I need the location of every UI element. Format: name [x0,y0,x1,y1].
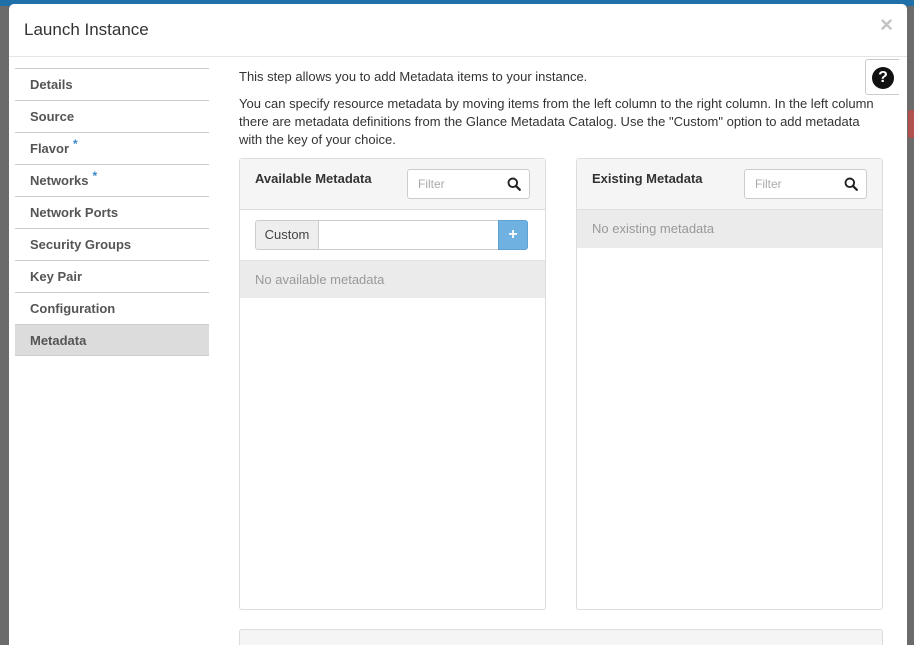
available-filter-input[interactable] [408,170,498,198]
sidebar-item-security-groups[interactable]: Security Groups [15,228,209,260]
existing-metadata-title: Existing Metadata [592,171,703,186]
existing-filter [744,169,867,199]
sidebar-item-configuration[interactable]: Configuration [15,292,209,324]
available-filter [407,169,530,199]
custom-metadata-input[interactable] [318,220,499,250]
sidebar-item-details[interactable]: Details [15,68,209,100]
background-page-left [0,6,9,645]
custom-metadata-row: Custom + [240,210,545,260]
sidebar-item-label: Details [30,77,73,92]
sidebar-item-label: Source [30,109,75,124]
modal-header: Launch Instance × [9,4,907,57]
sidebar-item-label: Networks [30,173,89,188]
existing-filter-input[interactable] [745,170,835,198]
sidebar-item-label: Configuration [30,301,116,316]
sidebar-item-label: Network Ports [30,205,119,220]
wizard-sidebar: Details Source Flavor * Networks * Network… [15,68,209,356]
sidebar-item-networks[interactable]: Networks * [15,164,209,196]
required-marker: * [73,137,78,151]
existing-empty-message: No existing metadata [577,210,882,248]
modal-title: Launch Instance [24,20,149,39]
sidebar-item-metadata[interactable]: Metadata [15,324,209,356]
search-icon[interactable] [507,177,521,191]
step-description: You can specify resource metadata by mov… [239,96,874,147]
sidebar-item-label: Metadata [30,333,87,348]
existing-metadata-panel: Existing Metadata No existing metadata [576,158,883,610]
close-icon[interactable]: × [880,14,893,36]
sidebar-item-label: Flavor [30,141,70,156]
sidebar-item-label: Security Groups [30,237,132,252]
available-metadata-header: Available Metadata [240,159,545,210]
search-icon[interactable] [844,177,858,191]
sidebar-item-network-ports[interactable]: Network Ports [15,196,209,228]
available-empty-message: No available metadata [240,260,545,298]
sidebar-item-source[interactable]: Source [15,100,209,132]
available-metadata-title: Available Metadata [255,171,372,186]
background-page-right [907,6,914,645]
sidebar-item-label: Key Pair [30,269,83,284]
available-metadata-panel: Available Metadata Custom + No available… [239,158,546,610]
sidebar-item-flavor[interactable]: Flavor * [15,132,209,164]
sidebar-item-key-pair[interactable]: Key Pair [15,260,209,292]
step-content: This step allows you to add Metadata ite… [239,68,879,149]
metadata-detail-panel [239,629,883,645]
custom-label: Custom [255,220,319,250]
background-red-button [908,110,914,138]
existing-metadata-header: Existing Metadata [577,159,882,210]
step-intro: This step allows you to add Metadata ite… [239,69,588,84]
add-custom-button[interactable]: + [498,220,528,250]
required-marker: * [92,169,98,183]
